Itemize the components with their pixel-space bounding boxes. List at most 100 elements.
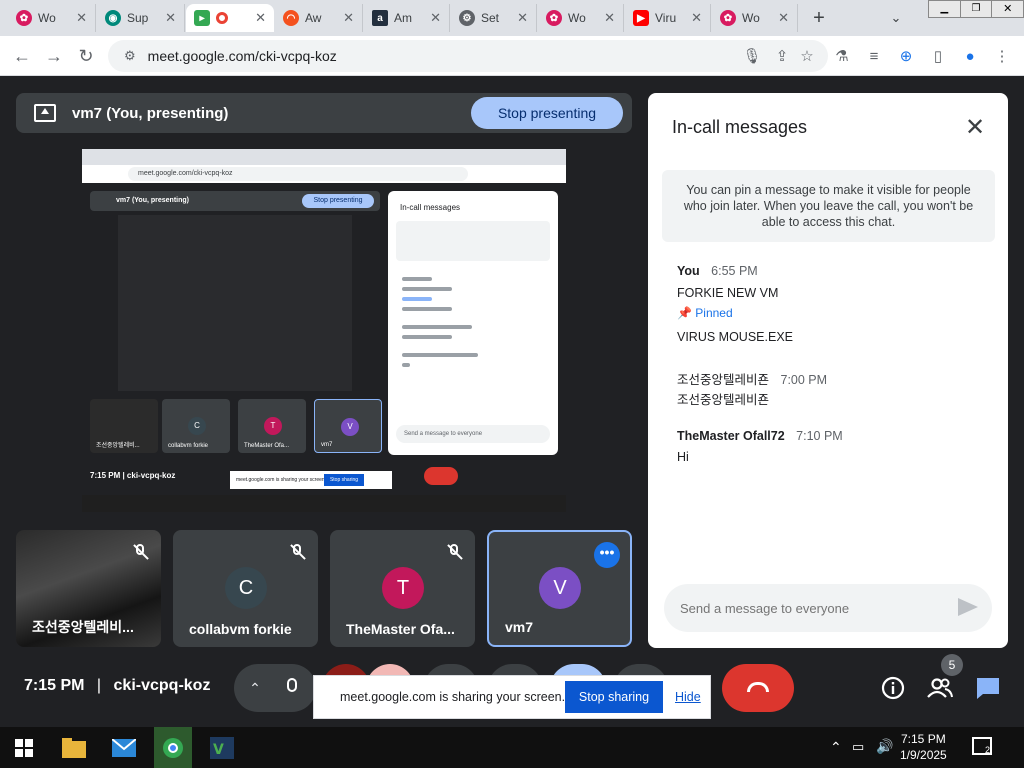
- labs-flask-icon[interactable]: ⚗: [830, 44, 854, 68]
- minimize-icon[interactable]: ▁: [929, 1, 961, 17]
- close-icon[interactable]: ✕: [960, 113, 990, 143]
- close-icon[interactable]: ✕: [691, 10, 702, 26]
- participant-tile-self[interactable]: ••• V vm7: [487, 530, 632, 647]
- preview-tile-name: 조선중앙텔레비...: [96, 443, 140, 449]
- chat-message-input[interactable]: [664, 584, 992, 632]
- meet-icon: ▸: [194, 10, 210, 26]
- preview-share-msg: meet.google.com is sharing your screen.: [236, 477, 327, 483]
- show-hidden-icons-icon[interactable]: ⌃: [830, 739, 842, 756]
- vs-app-icon[interactable]: V: [204, 731, 240, 765]
- participant-tile[interactable]: C collabvm forkie: [173, 530, 318, 647]
- tab-6[interactable]: ⚙ Set ✕: [451, 4, 537, 32]
- close-icon[interactable]: ✕: [778, 10, 789, 26]
- tab-strip: ✿ Wo ✕ ◉ Sup ✕ ▸ ✕ ◠ Aw ✕ a Am ✕ ⚙ Set ✕…: [0, 0, 1024, 36]
- flower-icon: ✿: [546, 10, 562, 26]
- preview-share-toast: meet.google.com is sharing your screen. …: [230, 471, 392, 489]
- tab-9[interactable]: ✿ Wo ✕: [712, 4, 798, 32]
- participant-name: vm7: [505, 619, 534, 635]
- preview-chat-line: [402, 307, 452, 311]
- preview-presenting-label: vm7 (You, presenting): [116, 197, 189, 204]
- message-sender: 조선중앙텔레비죤: [677, 373, 770, 387]
- preview-chat-line: [402, 287, 452, 291]
- audio-options-chevron-icon[interactable]: ⌃: [234, 664, 276, 712]
- preview-tile-name: vm7: [321, 442, 333, 448]
- restore-icon[interactable]: ❐: [961, 1, 993, 17]
- preview-chat-info: [396, 221, 550, 261]
- flower-icon: ✿: [720, 10, 736, 26]
- media-controls-icon[interactable]: ≡: [862, 44, 886, 68]
- tab-2[interactable]: ◉ Sup ✕: [97, 4, 185, 32]
- microphone-icon: [287, 678, 297, 692]
- close-icon[interactable]: ✕: [165, 10, 176, 26]
- tab-meet[interactable]: ▸ ✕: [186, 4, 274, 32]
- preview-end-call: [424, 467, 458, 485]
- windows-start-icon[interactable]: [6, 731, 42, 765]
- stop-sharing-button[interactable]: Stop sharing: [565, 681, 663, 713]
- more-options-icon[interactable]: •••: [594, 542, 620, 568]
- preview-avatar: C: [188, 417, 206, 435]
- preview-nested-screen: [118, 215, 352, 391]
- close-icon[interactable]: ✕: [343, 10, 354, 26]
- window-controls: ▁ ❐ ✕: [928, 0, 1024, 18]
- close-icon[interactable]: ✕: [517, 10, 528, 26]
- tab-4[interactable]: ◠ Aw ✕: [275, 4, 363, 32]
- stop-presenting-button[interactable]: Stop presenting: [471, 97, 623, 129]
- hide-link[interactable]: Hide: [675, 690, 701, 704]
- new-tab-icon[interactable]: +: [806, 6, 832, 30]
- chrome-icon[interactable]: [154, 727, 192, 768]
- download-icon[interactable]: ⊕: [894, 44, 918, 68]
- people-icon[interactable]: [925, 673, 955, 703]
- windows-taskbar: V ⌃ ▭ 🔊 7:15 PM 1/9/2025 2: [0, 727, 1024, 768]
- message-time: 7:00 PM: [780, 373, 828, 387]
- leave-call-button[interactable]: [722, 664, 794, 712]
- menu-icon[interactable]: ⋮: [990, 44, 1014, 68]
- back-icon[interactable]: ←: [10, 44, 34, 68]
- bookmark-star-icon[interactable]: ☆: [795, 44, 819, 68]
- rainbow-icon: ◠: [283, 10, 299, 26]
- microphone-button[interactable]: [272, 664, 316, 712]
- pinned-label[interactable]: 📌 Pinned: [677, 306, 733, 320]
- address-bar[interactable]: ⚙ meet.google.com/cki-vcpq-koz: [108, 40, 828, 72]
- message-text: FORKIE NEW VM: [677, 286, 779, 300]
- tab-5[interactable]: a Am ✕: [364, 4, 450, 32]
- notifications-icon[interactable]: 2: [972, 737, 992, 755]
- share-icon[interactable]: ⇪: [770, 44, 794, 68]
- close-icon[interactable]: ✕: [255, 10, 266, 26]
- system-clock[interactable]: 7:15 PM 1/9/2025: [900, 731, 947, 763]
- svg-text:V: V: [213, 742, 224, 758]
- participant-tile[interactable]: T TheMaster Ofa...: [330, 530, 475, 647]
- close-icon[interactable]: ✕: [76, 10, 87, 26]
- preview-toolbar: meet.google.com/cki-vcpq-koz: [82, 165, 566, 183]
- tab-7[interactable]: ✿ Wo ✕: [538, 4, 624, 32]
- chat-icon[interactable]: [973, 673, 1003, 703]
- reload-icon[interactable]: ↻: [74, 44, 98, 68]
- volume-icon[interactable]: 🔊: [876, 738, 893, 755]
- file-explorer-icon[interactable]: [56, 731, 92, 765]
- close-icon[interactable]: ✕: [604, 10, 615, 26]
- tab-8[interactable]: ▶ Viru ✕: [625, 4, 711, 32]
- window-close-icon[interactable]: ✕: [992, 1, 1023, 17]
- tab-search-icon[interactable]: ⌄: [886, 6, 906, 30]
- pinned-text: Pinned: [695, 306, 733, 320]
- message-sender: TheMaster Ofall72: [677, 429, 785, 443]
- close-icon[interactable]: ✕: [430, 10, 441, 26]
- message-time: 7:10 PM: [796, 429, 843, 443]
- side-panel-icon[interactable]: ▯: [926, 44, 950, 68]
- gear-icon: ⚙: [459, 10, 475, 26]
- profile-icon[interactable]: ●: [958, 44, 982, 68]
- site-info-icon[interactable]: ⚙: [124, 48, 136, 64]
- mail-icon[interactable]: [106, 731, 142, 765]
- tab-1[interactable]: ✿ Wo ✕: [8, 4, 96, 32]
- preview-chat-line: [402, 297, 432, 301]
- send-icon[interactable]: [958, 598, 978, 616]
- message-text: VIRUS MOUSE.EXE: [677, 330, 793, 344]
- preview-avatar: V: [341, 418, 359, 436]
- message-text: Hi: [677, 450, 689, 464]
- forward-icon[interactable]: →: [42, 44, 66, 68]
- participant-tile[interactable]: 조선중앙텔레비...: [16, 530, 161, 647]
- info-icon[interactable]: [878, 673, 908, 703]
- avatar: V: [539, 567, 581, 609]
- meeting-info: 7:15 PM | cki-vcpq-koz: [24, 677, 210, 695]
- microphone-icon[interactable]: 🎙: [740, 44, 764, 68]
- network-icon[interactable]: ▭: [852, 739, 864, 755]
